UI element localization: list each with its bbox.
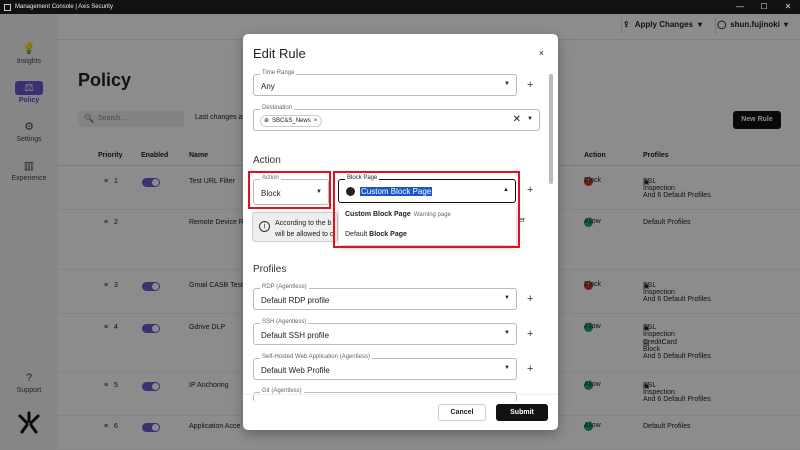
highlight-block-page-box	[333, 171, 520, 248]
divider	[243, 394, 558, 395]
field-label: SSH (Agentless)	[260, 319, 309, 325]
close-window-button[interactable]: ✕	[776, 0, 800, 14]
dialog-scrollbar[interactable]	[549, 74, 553, 184]
action-section-heading: Action	[253, 155, 281, 166]
add-ssh-profile-icon[interactable]: +	[527, 328, 533, 340]
info-box: i According to the b will be allowed to …	[252, 212, 338, 242]
chip-label: SBC&S_News	[272, 117, 311, 124]
dialog-close-button[interactable]: ×	[539, 48, 544, 58]
info-text: According to the b will be allowed to c	[275, 220, 334, 238]
submit-button[interactable]: Submit	[496, 404, 548, 421]
window-controls: — ☐ ✕	[728, 0, 800, 14]
clear-icon[interactable]: ✕	[513, 114, 521, 125]
field-label: Destination	[260, 105, 295, 111]
minimize-button[interactable]: —	[728, 0, 752, 14]
field-value: Default SSH profile	[261, 331, 330, 340]
field-value: Default Web Profile	[261, 366, 330, 375]
add-rdp-profile-icon[interactable]: +	[527, 293, 533, 305]
add-web-profile-icon[interactable]: +	[527, 363, 533, 375]
globe-icon: ⊕	[264, 117, 270, 124]
field-value: Any	[261, 82, 275, 91]
dialog-title: Edit Rule	[253, 46, 306, 61]
field-value: Default RDP profile	[261, 296, 330, 305]
add-time-range-icon[interactable]: +	[527, 79, 533, 91]
field-label: RDP (Agentless)	[260, 284, 309, 290]
time-range-select[interactable]: Time Range Any ▼	[253, 70, 517, 96]
field-label: Time Range	[260, 70, 297, 76]
chip-remove-icon[interactable]: ×	[314, 116, 318, 127]
caret-down-icon: ▼	[527, 116, 533, 122]
window-title: Management Console | Axis Security	[15, 4, 113, 10]
field-label: Self-Hosted Web Application (Agentless)	[260, 354, 372, 360]
add-block-page-icon[interactable]: +	[527, 184, 533, 196]
caret-down-icon: ▼	[504, 81, 510, 87]
window-titlebar: Management Console | Axis Security — ☐ ✕	[0, 0, 800, 14]
destination-chip: ⊕ SBC&S_News ×	[260, 115, 323, 127]
app-icon	[4, 3, 11, 11]
profiles-section-heading: Profiles	[253, 264, 287, 275]
destination-select[interactable]: Destination ⊕ SBC&S_News × ✕ ▼	[253, 105, 540, 131]
caret-down-icon: ▼	[504, 330, 510, 336]
maximize-button[interactable]: ☐	[752, 0, 776, 14]
highlight-action-box	[248, 171, 331, 209]
cancel-button[interactable]: Cancel	[438, 404, 486, 421]
caret-down-icon: ▼	[504, 365, 510, 371]
rdp-profile-select[interactable]: RDP (Agentless) Default RDP profile ▼	[253, 284, 517, 310]
ssh-profile-select[interactable]: SSH (Agentless) Default SSH profile ▼	[253, 319, 517, 345]
web-profile-select[interactable]: Self-Hosted Web Application (Agentless) …	[253, 354, 517, 380]
caret-down-icon: ▼	[504, 295, 510, 301]
info-icon: i	[259, 221, 270, 232]
